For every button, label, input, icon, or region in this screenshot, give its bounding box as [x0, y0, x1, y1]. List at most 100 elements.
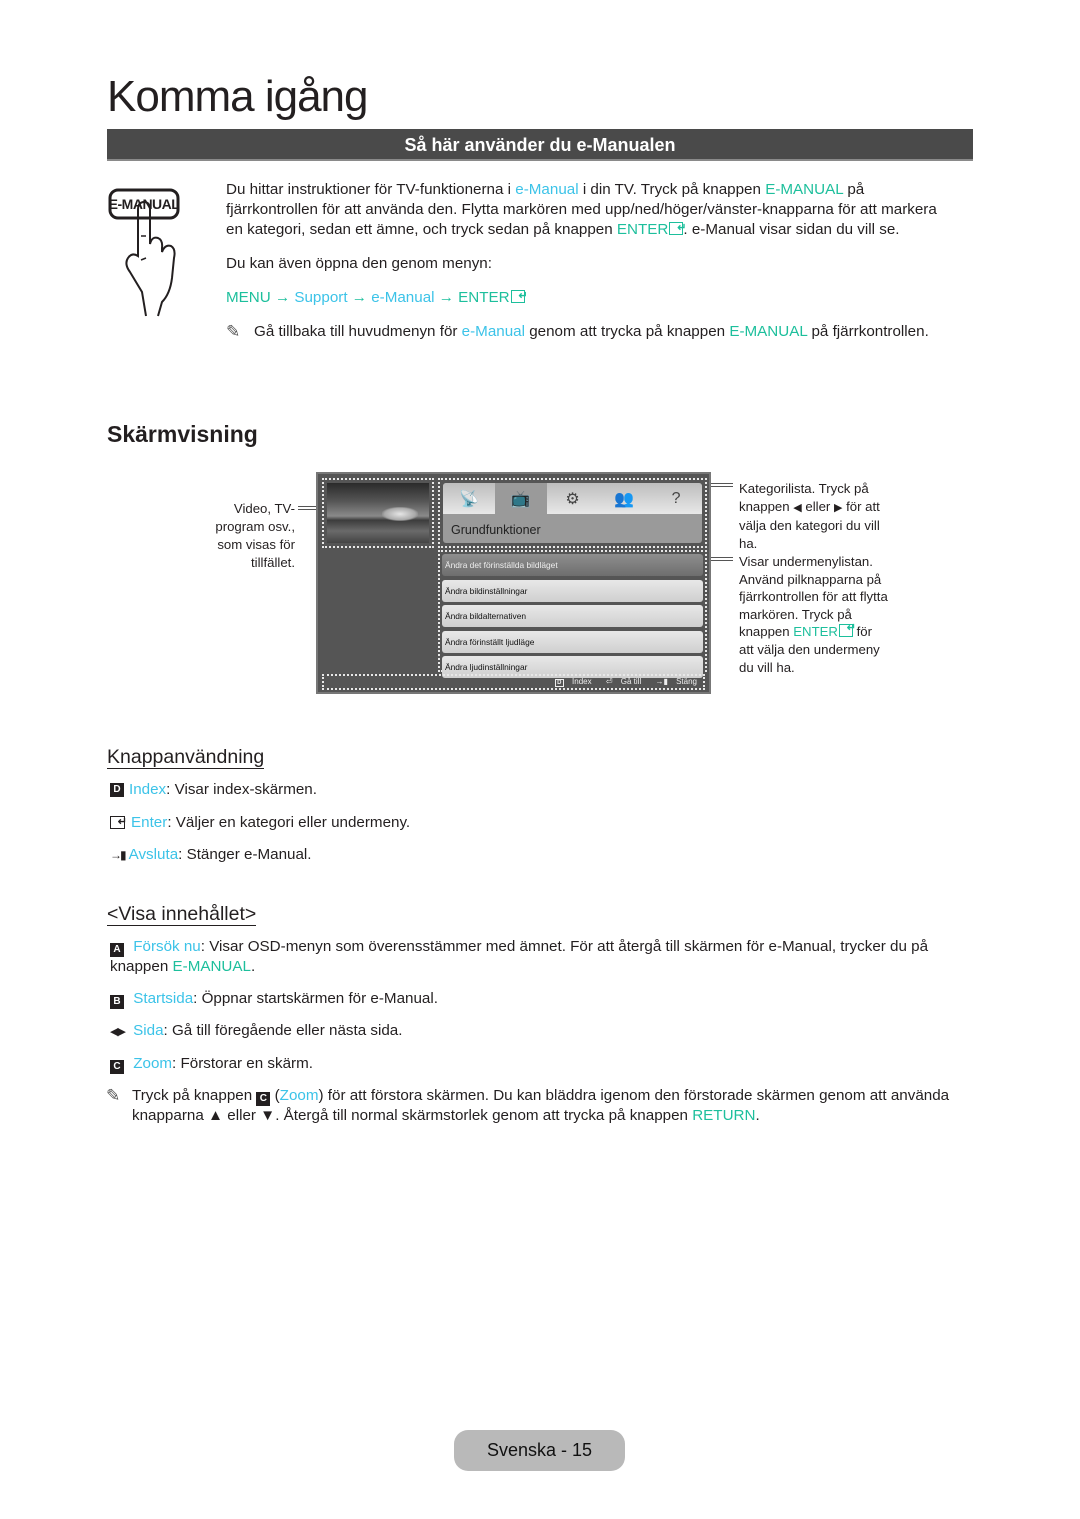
intro-paragraph: Du hittar instruktioner för TV-funktione…: [226, 180, 956, 240]
section-header-bar: Så här använder du e-Manualen: [107, 129, 973, 161]
item-text: Enter: Väljer en kategori eller undermen…: [131, 813, 410, 833]
pencil-note-icon: ✎: [106, 1086, 121, 1105]
highlighted-term: →: [434, 289, 459, 306]
exit-icon: →▮: [110, 848, 127, 862]
goto-hint: ⏎ Gå till: [605, 677, 642, 686]
index-hint: D Index: [549, 677, 592, 687]
page-footer-badge: Svenska - 15: [454, 1430, 625, 1471]
highlighted-term: e-Manual: [461, 323, 525, 340]
emanual-button-hand-icon: E-MANUAL: [108, 188, 181, 317]
text-run: .: [755, 1107, 760, 1124]
emanual-screen-figure: 📡 📺 ⚙ 👥? Grundfunktioner Ändra det förinstä…: [316, 472, 711, 694]
content-item: B Startsida: Öppnar startskärmen för e-M…: [110, 989, 970, 1009]
content-item: C Zoom: Förstorar en skärm.: [110, 1054, 970, 1074]
leader-line: [711, 557, 733, 561]
intro-text: Du hittar instruktioner för TV-funktione…: [226, 180, 956, 342]
highlighted-term: E-MANUAL: [172, 958, 251, 975]
highlighted-term: ENTER: [616, 221, 669, 238]
text-run: : Väljer en kategori eller undermeny.: [167, 813, 411, 831]
note-text: Gå tillbaka till huvudmenyn för e-Manual…: [254, 323, 929, 340]
highlighted-term: Zoom: [129, 1055, 173, 1072]
text-run: : Stänger e-Manual.: [178, 846, 312, 863]
page-title: Komma igång: [107, 72, 368, 121]
enter-icon: [510, 286, 528, 306]
text-run: : Förstorar en skärm.: [172, 1055, 313, 1072]
close-hint: →▮ Stäng: [655, 677, 697, 686]
submenu-item[interactable]: Ändra det förinställda bildläget: [442, 554, 703, 576]
d-key-icon: D: [110, 783, 124, 797]
b-key-icon: B: [110, 995, 124, 1009]
highlighted-term: Startsida: [129, 990, 194, 1007]
text-run: .: [250, 958, 256, 975]
text-run: i din TV. Tryck på knappen: [578, 181, 766, 198]
note: ✎ Gå tillbaka till huvudmenyn för e-Manu…: [226, 322, 956, 342]
tv-icon[interactable]: 📺: [494, 483, 547, 514]
text-run: genom att trycka på knappen: [525, 323, 730, 340]
leader-line: [711, 483, 733, 487]
video-preview: [322, 478, 434, 548]
highlighted-term: e-Manual: [515, 181, 579, 198]
enter-icon: ⏎: [605, 677, 613, 686]
highlighted-term: →: [347, 289, 372, 306]
highlighted-term: Avsluta: [128, 846, 179, 863]
highlighted-term: MENU: [226, 289, 271, 306]
highlighted-term: Enter: [131, 813, 168, 831]
intro-menu-paragraph: Du kan även öppna den genom menyn:: [226, 255, 492, 272]
d-key-icon: D: [554, 679, 564, 687]
highlighted-term: RETURN: [692, 1107, 756, 1124]
button-usage-heading: Knappanvändning: [107, 746, 265, 769]
enter-icon: [110, 812, 127, 832]
zoom-note: ✎ Tryck på knappen C (Zoom) för att först…: [106, 1086, 970, 1126]
help-icon[interactable]: ?: [650, 483, 702, 514]
text-run: Du hittar instruktioner för TV-funktione…: [226, 181, 516, 198]
highlighted-term: Sida: [128, 1022, 164, 1039]
menu-path: MENU → Support → e-Manual → ENTER: [226, 286, 956, 308]
highlighted-term: ENTER: [793, 624, 838, 640]
enter-icon: [838, 620, 856, 638]
highlighted-term: →: [270, 289, 295, 306]
text-run: på fjärrkontrollen.: [807, 323, 929, 340]
pencil-note-icon: ✎: [226, 322, 241, 341]
c-key-icon: C: [110, 1060, 124, 1074]
category-panel: 📡 📺 ⚙ 👥? Grundfunktioner: [438, 478, 707, 548]
button-usage-list: D Index: Visar index-skärmen. Enter: Välje…: [110, 780, 410, 878]
exit-icon: →▮: [655, 677, 668, 686]
callout-category-list: Kategorilista. Tryck på knappen ◀ eller …: [739, 480, 889, 553]
content-list: A Försök nu: Visar OSD-menyn som överens…: [106, 937, 970, 1126]
category-label: Grundfunktioner: [451, 523, 541, 537]
tools-gear-icon[interactable]: ⚙: [547, 483, 599, 514]
satellite-dish-icon[interactable]: 📡: [443, 483, 495, 514]
enter-icon: [669, 218, 686, 238]
arrow-icon: ◀: [793, 502, 802, 514]
submenu-item[interactable]: Ändra bildinställningar: [442, 579, 703, 602]
text-run: eller: [801, 499, 834, 514]
submenu-item[interactable]: Ändra förinställt ljudläge: [442, 630, 703, 653]
text-run: . e-Manual visar sidan du vill se.: [683, 221, 900, 238]
people-icon[interactable]: 👥: [598, 483, 650, 514]
text-run: : Visar index-skärmen.: [166, 781, 317, 798]
highlighted-term: E-MANUAL: [729, 323, 808, 340]
highlighted-term: Index: [129, 781, 167, 798]
submenu-item[interactable]: Ändra bildalternativen: [442, 605, 703, 627]
content-item: A Försök nu: Visar OSD-menyn som överens…: [110, 937, 970, 977]
text-run: : Gå till föregående eller nästa sida.: [163, 1022, 403, 1039]
highlighted-term: e-Manual: [371, 289, 435, 306]
callout-submenu-list: Visar undermenylistan. Använd pilknappar…: [739, 553, 889, 676]
callout-video: Video, TV-program osv., som visas för ti…: [215, 501, 295, 570]
highlighted-term: Försök nu: [129, 938, 201, 955]
submenu-list: Ändra det förinställda bildläget Ändra bi…: [438, 550, 707, 678]
landscape-image: [327, 483, 429, 543]
c-key-icon: C: [256, 1092, 271, 1106]
text-run: Tryck på knappen: [132, 1087, 257, 1104]
text-run: Gå tillbaka till huvudmenyn för: [254, 323, 462, 340]
emanual-button-label: E-MANUAL: [109, 196, 181, 212]
a-key-icon: A: [110, 943, 124, 957]
button-usage-item: →▮ Avsluta: Stänger e-Manual.: [110, 845, 410, 878]
button-usage-item: D Index: Visar index-skärmen.: [110, 780, 410, 813]
highlighted-term: ENTER: [458, 289, 510, 306]
content-item: ◀▶ Sida: Gå till föregående eller nästa …: [110, 1021, 970, 1042]
screen-section-heading: Skärmvisning: [107, 421, 258, 447]
highlighted-term: E-MANUAL: [765, 181, 844, 198]
item-text: Avsluta: Stänger e-Manual.: [129, 845, 312, 865]
item-text: Index: Visar index-skärmen.: [129, 780, 317, 800]
